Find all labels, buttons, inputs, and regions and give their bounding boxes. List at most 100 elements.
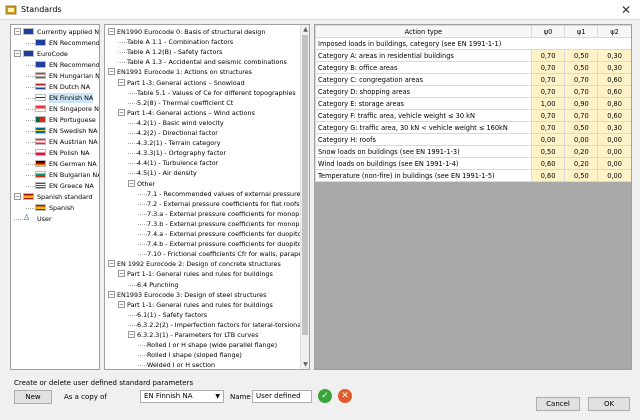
parameter-item[interactable]: 4.5(1) - Air density (128, 168, 197, 178)
table-row[interactable]: Category B: office areas 0,70 0,50 0,30 (315, 61, 631, 74)
table-row[interactable]: Temperature (non-fire) in buildings (see… (315, 169, 631, 182)
factor-cell[interactable]: 0,50 (564, 49, 599, 62)
parameter-item[interactable]: Table A 1.2(B) - Safety factors (118, 47, 222, 57)
parameter-item[interactable]: − Part 1-1: General rules and rules for b… (118, 269, 273, 279)
parameter-item[interactable]: Table A 1.3 - Accidental and seismic com… (118, 57, 287, 67)
factor-cell[interactable]: 0,60 (597, 73, 631, 86)
parameter-item[interactable]: − EN1991 Eurocode 1: Actions on structure… (108, 67, 252, 77)
parameter-item[interactable]: − Other (128, 179, 155, 189)
factor-cell[interactable]: 0,00 (597, 133, 631, 146)
name-input[interactable]: User defined (252, 390, 312, 403)
factor-cell[interactable]: 0,00 (597, 145, 631, 158)
collapse-icon[interactable]: − (118, 300, 125, 308)
parameter-tree[interactable]: − EN1990 Eurocode 0: Basis of structural … (104, 24, 310, 370)
factor-cell[interactable]: 0,90 (564, 97, 599, 110)
parameter-item[interactable]: 5.2(8) - Thermal coefficient Ct (128, 98, 233, 108)
parameter-item[interactable]: 6.1(1) - Safety factors (128, 310, 207, 320)
standard-item[interactable]: EN Recommend (26, 38, 99, 48)
standard-item[interactable]: EN Portuguese (26, 115, 96, 125)
collapse-icon[interactable]: − (108, 290, 115, 298)
factor-cell[interactable]: 0,70 (530, 109, 566, 122)
parameter-item[interactable]: 7.1 - Recommended values of external pre… (138, 189, 301, 199)
collapse-icon[interactable]: − (108, 28, 115, 35)
parameter-item[interactable]: − EN1990 Eurocode 0: Basis of structural … (108, 27, 265, 37)
standard-item[interactable]: − Spanish standard (14, 192, 93, 202)
standard-item[interactable]: − Currently applied N... (14, 27, 99, 37)
standard-item[interactable]: EN Swedish NA (26, 126, 97, 136)
parameter-item[interactable]: Rolled I shape (sloped flange) (138, 350, 242, 360)
standard-item[interactable]: EN Austrian NA (26, 137, 98, 147)
parameter-item[interactable]: Welded I or H section (138, 360, 215, 369)
copy-of-select[interactable]: EN Finnish NA ▼ (140, 390, 224, 403)
parameter-item[interactable]: 4.2(1) - Basic wind velocity (128, 118, 224, 128)
standard-item[interactable]: EN Singapore N (26, 104, 99, 114)
factor-cell[interactable]: 0,70 (530, 73, 566, 86)
parameter-item[interactable]: − Part 1-4: General actions – Wind action… (118, 108, 255, 118)
factor-cell[interactable]: 0,70 (564, 85, 599, 98)
standard-item[interactable]: − EuroCode (14, 49, 68, 59)
collapse-icon[interactable]: − (128, 179, 135, 187)
parameter-item[interactable]: − EN1993 Eurocode 3: Design of steel stru… (108, 290, 266, 300)
table-row[interactable]: Category E: storage areas 1,00 0,90 0,80 (315, 97, 631, 110)
parameter-item[interactable]: −6.3.2.3(1) - Parameters for LTB curves (128, 330, 258, 340)
factor-cell[interactable]: 0,70 (530, 49, 566, 62)
parameter-item[interactable]: 4.4(1) - Turbulence factor (128, 158, 218, 168)
factor-cell[interactable]: 0,50 (564, 121, 599, 134)
collapse-icon[interactable]: − (128, 331, 135, 338)
factor-cell[interactable]: 1,00 (530, 97, 566, 110)
table-row[interactable]: Category H: roofs 0,00 0,00 0,00 (315, 133, 631, 146)
collapse-icon[interactable]: − (118, 108, 125, 116)
standard-item[interactable]: EN Hungarian N (26, 71, 99, 81)
factor-cell[interactable]: 0,00 (597, 157, 631, 170)
parameter-item[interactable]: 7.4.a - External pressure coefficients f… (138, 229, 301, 239)
table-row[interactable]: Category G: traffic area, 30 kN < vehicl… (315, 121, 631, 134)
parameter-item[interactable]: 6.3.2.2(2) - Imperfection factors for la… (128, 320, 303, 330)
parameter-item[interactable]: − Part 1-3: General actions – Snowload (118, 78, 245, 88)
factor-cell[interactable]: 0,30 (597, 61, 631, 74)
collapse-icon[interactable]: − (14, 193, 21, 200)
parameter-item[interactable]: 7.3.b - External pressure coefficients f… (138, 219, 299, 229)
ok-button[interactable]: OK (588, 397, 630, 411)
collapse-icon[interactable]: − (14, 28, 21, 35)
collapse-icon[interactable]: − (118, 78, 125, 86)
parameter-item[interactable]: 7.3.a - External pressure coefficients f… (138, 209, 299, 219)
factor-cell[interactable]: 0,20 (564, 157, 599, 170)
standard-item[interactable]: EN Bulgarian NA (26, 170, 99, 180)
table-row[interactable]: Snow loads on buildings (see EN 1991-1-3… (315, 145, 631, 158)
parameter-item[interactable]: − EN 1992 Eurocode 2: Design of concrete … (108, 259, 281, 269)
parameter-item[interactable]: 4.3.3(1) - Ortography factor (128, 148, 226, 158)
factor-cell[interactable]: 0,20 (564, 145, 599, 158)
factor-cell[interactable]: 0,70 (530, 61, 566, 74)
factor-cell[interactable]: 0,60 (597, 109, 631, 122)
factor-cell[interactable]: 0,80 (597, 97, 631, 110)
cancel-button[interactable]: Cancel (536, 397, 580, 411)
factor-cell[interactable]: 0,60 (597, 85, 631, 98)
collapse-icon[interactable]: − (108, 68, 115, 76)
standard-item[interactable]: EN Finnish NA (26, 93, 94, 103)
check-icon[interactable]: ✓ (318, 389, 332, 403)
standard-item[interactable]: EN Dutch NA (26, 82, 90, 92)
standard-item[interactable]: Spanish (26, 203, 74, 213)
factor-cell[interactable]: 0,60 (530, 157, 566, 170)
parameter-item[interactable]: 6.4 Punching (128, 280, 178, 290)
table-row[interactable]: Category C: congregation areas 0,70 0,70 0,… (315, 73, 631, 86)
factor-cell[interactable]: 0,00 (597, 169, 631, 182)
table-row[interactable]: Category A: areas in residential buildin… (315, 49, 631, 62)
parameter-item[interactable]: − Part 1-1: General rules and rules for b… (118, 300, 273, 310)
table-row[interactable]: Category D: shopping areas 0,70 0,70 0,60 (315, 85, 631, 98)
scroll-up-icon[interactable]: ▲ (301, 25, 309, 34)
standard-item[interactable]: EN Greece NA (26, 181, 94, 191)
parameter-item[interactable]: Table 5.1 - Values of Ce for different t… (128, 88, 296, 98)
factor-cell[interactable]: 0,30 (597, 49, 631, 62)
collapse-icon[interactable]: − (14, 50, 21, 57)
scroll-down-icon[interactable]: ▼ (301, 360, 309, 369)
standard-item[interactable]: EN Recommend (26, 60, 99, 70)
factor-cell[interactable]: 0,70 (530, 85, 566, 98)
parameter-item[interactable]: 4.2(2) - Directional factor (128, 128, 218, 138)
parameter-item[interactable]: 4.3.2(1) - Terrain category (128, 138, 221, 148)
scrollbar-thumb[interactable] (302, 35, 308, 335)
factor-cell[interactable]: 0,70 (564, 73, 599, 86)
parameter-item[interactable]: Rolled I or H shape (wide parallel flang… (138, 340, 277, 350)
factor-cell[interactable]: 0,50 (530, 145, 566, 158)
standard-item[interactable]: EN Polish NA (26, 148, 90, 158)
